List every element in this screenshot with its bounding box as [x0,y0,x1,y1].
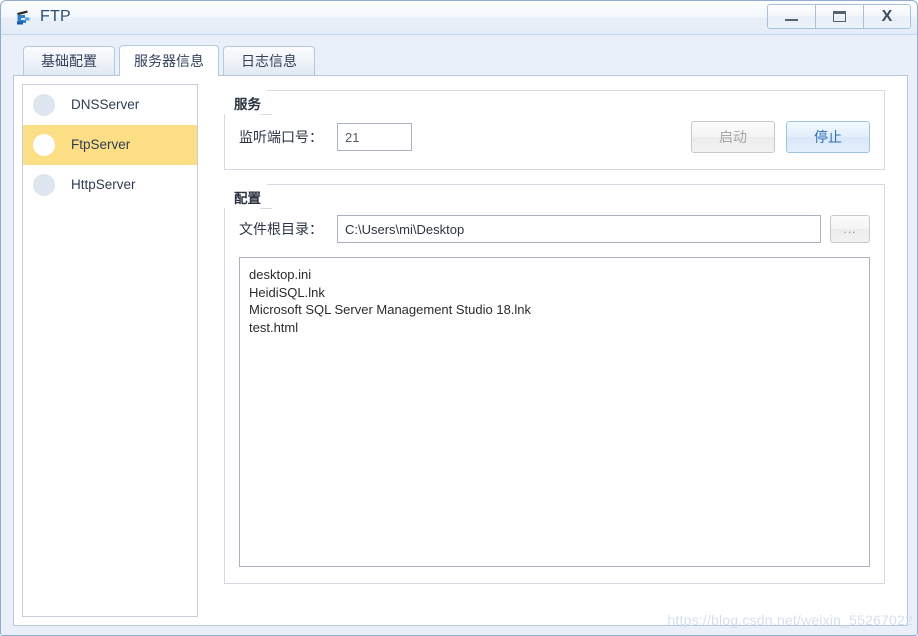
client-area: 基础配置 服务器信息 日志信息 DNSServer FtpServer Http… [1,35,917,635]
list-item[interactable]: test.html [249,319,860,337]
close-button[interactable]: X [863,4,911,29]
browse-button-label: ... [843,222,857,236]
port-label: 监听端口号： [239,129,323,145]
start-button-label: 启动 [719,129,747,145]
sidebar-item-label: DNSServer [71,97,140,113]
status-dot-icon [33,134,55,156]
start-button[interactable]: 启动 [691,121,775,153]
tab-label: 服务器信息 [134,52,204,69]
minimize-button[interactable] [767,4,815,29]
list-item[interactable]: HeidiSQL.lnk [249,284,860,302]
sidebar-item-label: HttpServer [71,177,136,193]
sidebar-item-httpserver[interactable]: HttpServer [23,165,197,205]
server-list[interactable]: DNSServer FtpServer HttpServer [22,84,198,617]
sidebar-item-label: FtpServer [71,137,131,153]
config-groupbox-body: 文件根目录： ... desktop.ini HeidiSQL.lnk Micr… [225,185,884,583]
status-dot-icon [33,94,55,116]
config-groupbox: 配置 文件根目录： ... desktop.ini HeidiSQL.lnk [224,184,885,584]
service-groupbox-title: 服务 [224,90,267,114]
list-item[interactable]: Microsoft SQL Server Management Studio 1… [249,301,860,319]
service-groupbox: 服务 监听端口号： 启动 停止 [224,90,885,170]
service-groupbox-body: 监听端口号： 启动 停止 [225,91,884,169]
sidebar-item-dnsserver[interactable]: DNSServer [23,85,197,125]
stop-button-label: 停止 [814,129,842,145]
tab-label: 日志信息 [241,53,297,69]
window-controls: X [767,4,911,29]
service-row: 监听端口号： 启动 停止 [239,121,870,153]
list-item[interactable]: desktop.ini [249,266,860,284]
tab-strip: 基础配置 服务器信息 日志信息 [13,45,908,76]
tab-page-server-info: DNSServer FtpServer HttpServer 服务 监听端口号：… [13,75,908,626]
ftp-app-icon [14,8,34,28]
status-dot-icon [33,174,55,196]
port-input[interactable] [337,123,412,151]
server-info-pane: 服务 监听端口号： 启动 停止 [208,84,899,617]
app-window: FTP X 基础配置 服务器信息 日志信息 DNSServer FtpServe… [0,0,918,636]
stop-button[interactable]: 停止 [786,121,870,153]
config-groupbox-title: 配置 [224,184,267,208]
tab-server-info[interactable]: 服务器信息 [119,45,219,76]
maximize-icon [833,11,846,22]
browse-button[interactable]: ... [830,215,870,243]
service-button-group: 启动 停止 [691,121,870,153]
title-bar: FTP X [1,1,917,35]
tab-basic-config[interactable]: 基础配置 [23,46,115,75]
window-title: FTP [40,8,71,25]
rootdir-row: 文件根目录： ... [239,215,870,243]
tab-log-info[interactable]: 日志信息 [223,46,315,75]
rootdir-label: 文件根目录： [239,221,323,237]
minimize-icon [785,19,798,21]
tab-label: 基础配置 [41,53,97,69]
close-icon: X [881,7,893,25]
maximize-button[interactable] [815,4,863,29]
file-list[interactable]: desktop.ini HeidiSQL.lnk Microsoft SQL S… [239,257,870,567]
sidebar-item-ftpserver[interactable]: FtpServer [23,125,197,165]
rootdir-input[interactable] [337,215,821,243]
